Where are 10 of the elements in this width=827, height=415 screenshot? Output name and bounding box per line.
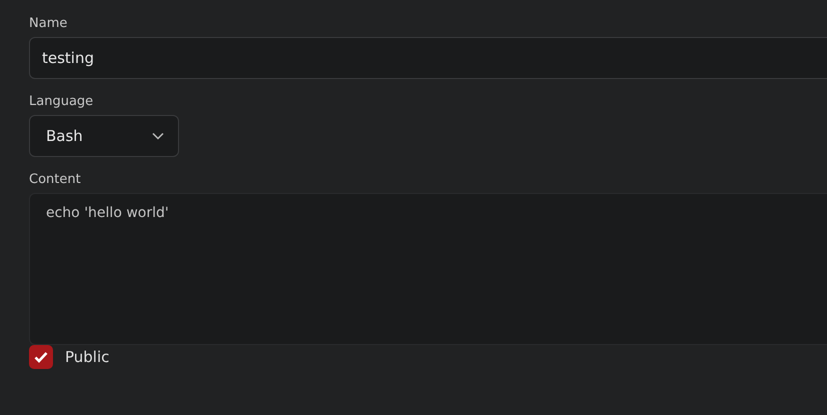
field-label: Content	[29, 171, 82, 188]
checkmark-icon	[34, 351, 48, 363]
language-select[interactable]: Bash	[29, 115, 179, 157]
chevron-down-icon	[152, 132, 164, 140]
public-label: Public	[65, 348, 110, 366]
field-label: Name	[29, 15, 68, 32]
public-checkbox[interactable]	[29, 345, 53, 369]
name-input[interactable]: testing	[29, 37, 827, 79]
field-label: Language	[29, 93, 94, 110]
content-textarea[interactable]: echo 'hello world'	[29, 193, 827, 345]
